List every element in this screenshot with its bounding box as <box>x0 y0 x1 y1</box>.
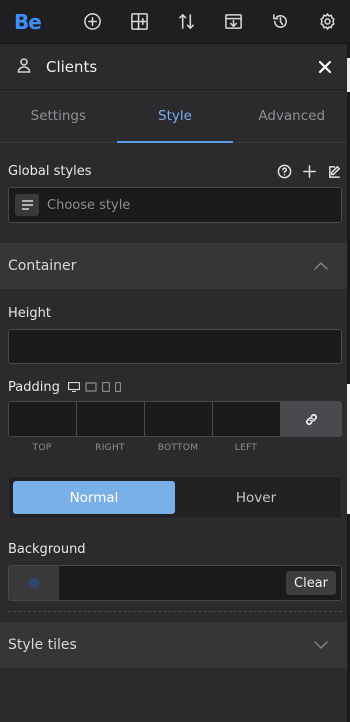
tab-settings[interactable]: Settings <box>0 90 117 142</box>
container-section-title: Container <box>8 258 77 274</box>
mobile-icon[interactable] <box>114 382 121 392</box>
background-control: Clear <box>8 565 342 601</box>
padding-right-input[interactable] <box>77 402 145 436</box>
padding-side-labels: TOP RIGHT BOTTOM LEFT <box>8 443 342 453</box>
color-picker-button[interactable] <box>9 566 59 600</box>
tab-style[interactable]: Style <box>116 90 234 143</box>
desktop-icon[interactable] <box>67 382 80 392</box>
state-hover-button[interactable]: Hover <box>175 481 337 514</box>
add-circle-icon[interactable] <box>80 10 104 34</box>
choose-style-input[interactable] <box>47 197 287 213</box>
height-input[interactable] <box>8 329 342 364</box>
add-style-icon[interactable] <box>302 164 317 179</box>
device-switcher <box>67 382 121 392</box>
state-section: Normal Hover <box>0 476 350 519</box>
panel-title: Clients <box>46 57 98 76</box>
padding-top-input[interactable] <box>9 402 77 436</box>
padding-bottom-label: BOTTOM <box>157 443 199 453</box>
background-section: Background Clear <box>0 540 350 601</box>
user-icon <box>16 57 32 77</box>
color-swatch <box>29 578 39 588</box>
toolbar-icons <box>80 10 340 34</box>
style-tiles-title: Style tiles <box>8 637 77 653</box>
panel-tabs: Settings Style Advanced <box>0 90 350 143</box>
padding-label: Padding <box>8 379 60 395</box>
settings-gear-icon[interactable] <box>316 10 340 34</box>
logo[interactable]: Be <box>14 10 80 34</box>
add-layout-icon[interactable] <box>127 10 151 34</box>
panel-header: Clients <box>0 44 350 90</box>
padding-bottom-input[interactable] <box>145 402 213 436</box>
divider <box>8 611 342 612</box>
link-icon <box>305 413 317 425</box>
top-toolbar: Be <box>0 0 350 44</box>
global-styles-section: Global styles <box>0 162 350 223</box>
style-tiles-section-header[interactable]: Style tiles <box>0 622 350 668</box>
chevron-down-icon <box>314 641 328 649</box>
clear-button[interactable]: Clear <box>286 571 336 595</box>
background-label: Background <box>8 541 86 557</box>
padding-section: Padding TOP RIGHT BOTTOM LEFT <box>0 379 350 453</box>
chevron-up-icon <box>314 262 328 270</box>
state-toggle: Normal Hover <box>8 476 342 519</box>
height-label: Height <box>8 305 51 321</box>
container-section-header[interactable]: Container <box>0 243 350 289</box>
help-icon[interactable] <box>277 164 292 179</box>
state-normal-button[interactable]: Normal <box>13 481 175 514</box>
global-styles-label: Global styles <box>8 163 92 179</box>
close-icon[interactable] <box>314 56 336 78</box>
import-icon[interactable] <box>222 10 246 34</box>
padding-inputs <box>8 401 342 437</box>
padding-top-label: TOP <box>32 443 52 453</box>
tab-advanced[interactable]: Advanced <box>233 90 350 142</box>
padding-left-input[interactable] <box>213 402 281 436</box>
panel-bottom <box>0 688 350 722</box>
tablet-icon[interactable] <box>101 382 110 392</box>
laptop-icon[interactable] <box>85 382 97 392</box>
choose-style-field[interactable] <box>8 187 342 223</box>
sort-arrows-icon[interactable] <box>174 10 198 34</box>
history-icon[interactable] <box>269 10 293 34</box>
list-icon <box>15 194 39 216</box>
padding-left-label: LEFT <box>234 443 258 453</box>
link-values-button[interactable] <box>281 402 341 436</box>
edit-styles-icon[interactable] <box>327 164 342 179</box>
padding-right-label: RIGHT <box>95 443 125 453</box>
height-section: Height <box>0 304 350 364</box>
